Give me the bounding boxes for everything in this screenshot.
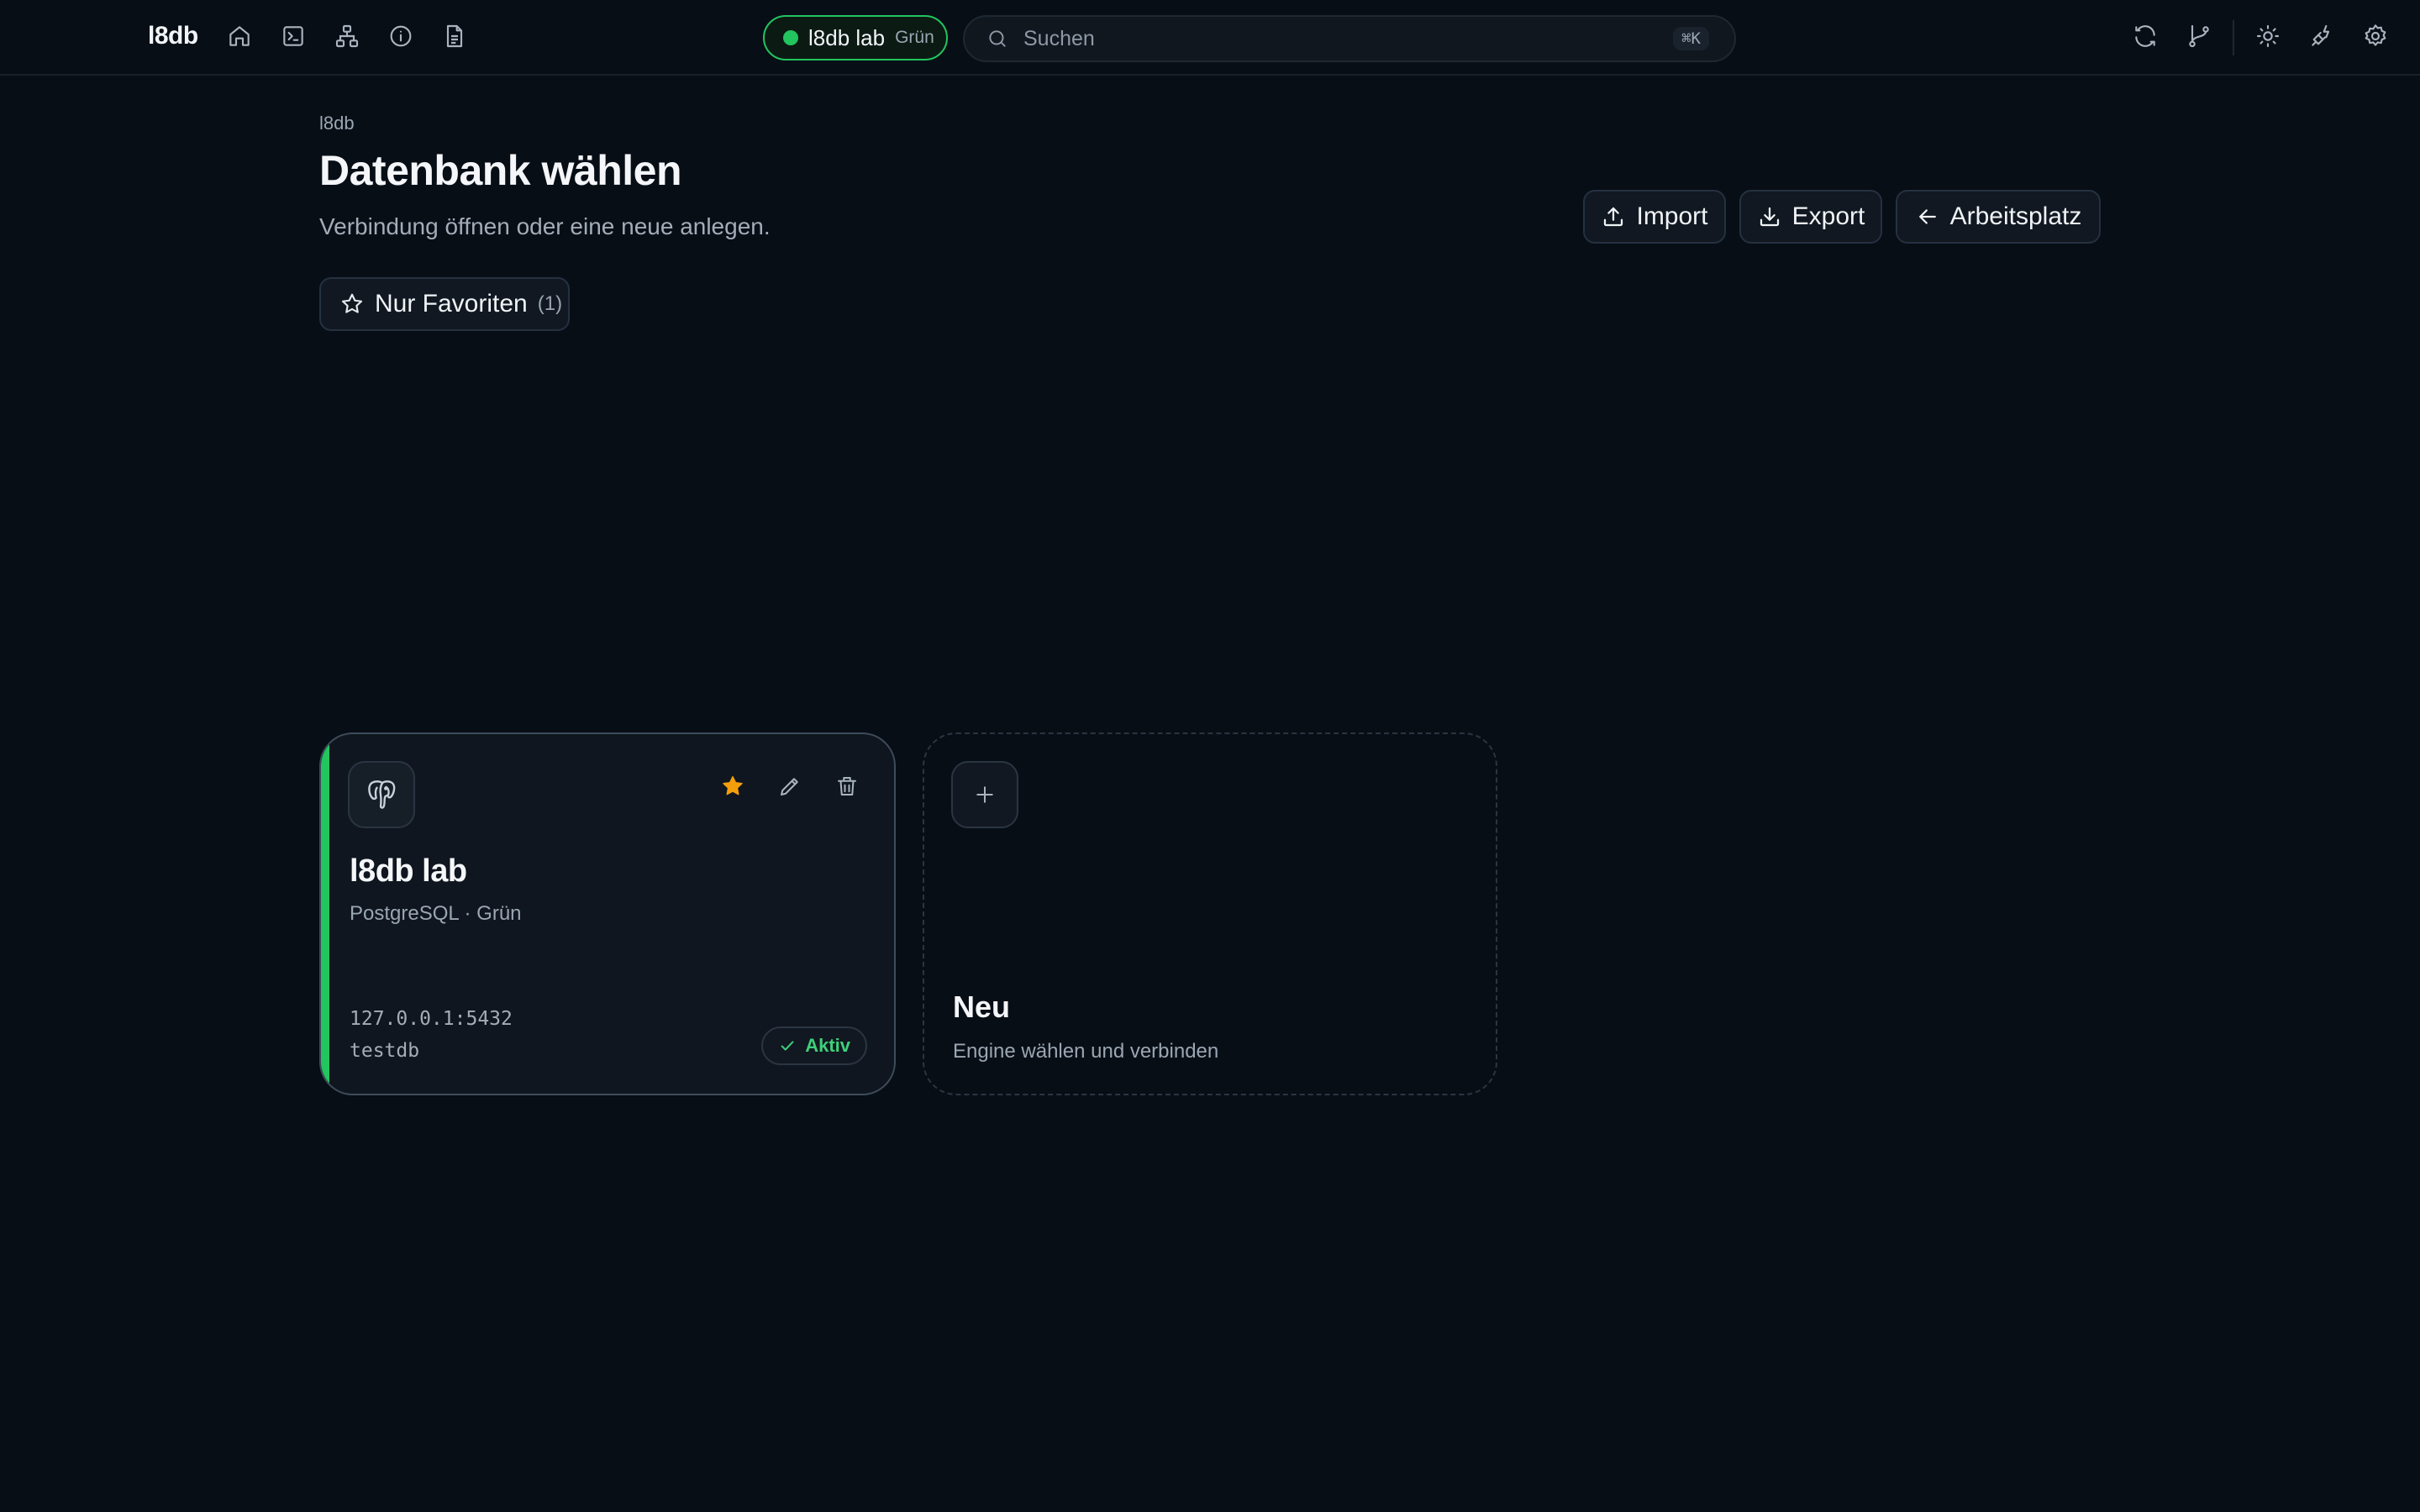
new-connection-card[interactable]: Neu Engine wählen und verbinden: [923, 732, 1497, 1095]
export-label: Export: [1791, 202, 1865, 230]
edit-pencil-icon[interactable]: [776, 773, 803, 800]
app-brand[interactable]: l8db: [148, 22, 198, 50]
connection-status-dot: [783, 30, 798, 45]
favorites-filter-toggle[interactable]: Nur Favoriten (1): [319, 277, 570, 331]
card-actions: [719, 773, 860, 800]
settings-gear-icon[interactable]: [2360, 21, 2391, 51]
import-button[interactable]: Import: [1583, 190, 1726, 244]
postgresql-icon: [348, 761, 415, 828]
toolbar-divider: [2233, 20, 2234, 55]
git-branch-icon[interactable]: [2184, 21, 2214, 51]
favorites-filter-count: (1): [537, 292, 563, 315]
search-bar[interactable]: ⌘K: [963, 15, 1736, 62]
status-label: Aktiv: [805, 1035, 850, 1056]
search-shortcut-badge: ⌘K: [1673, 27, 1709, 50]
connection-engine-env: PostgreSQL · Grün: [350, 902, 522, 925]
card-accent-bar: [321, 734, 329, 1094]
export-button[interactable]: Export: [1739, 190, 1882, 244]
document-icon[interactable]: [439, 21, 470, 51]
connection-database: testdb: [350, 1040, 420, 1062]
schema-icon[interactable]: [332, 21, 362, 51]
new-card-title: Neu: [953, 990, 1011, 1024]
delete-trash-icon[interactable]: [834, 773, 860, 800]
arrow-left-icon: [1915, 204, 1940, 229]
page-subtitle: Verbindung öffnen oder eine neue anlegen…: [319, 213, 771, 239]
star-outline-icon: [339, 291, 365, 317]
upload-icon: [1601, 204, 1626, 229]
search-icon: [986, 28, 1008, 50]
terminal-icon[interactable]: [278, 21, 308, 51]
connection-environment: Grün: [895, 28, 934, 47]
plus-icon: [951, 761, 1018, 828]
top-bar: l8db l8db lab Grün ⌘K: [0, 0, 2420, 76]
favorite-star-icon[interactable]: [719, 773, 746, 800]
refresh-icon[interactable]: [2130, 21, 2160, 51]
info-icon[interactable]: [386, 21, 416, 51]
search-input[interactable]: [1022, 25, 1664, 52]
connection-card[interactable]: l8db lab PostgreSQL · Grün 127.0.0.1:543…: [319, 732, 896, 1095]
import-label: Import: [1636, 202, 1708, 230]
connection-name: l8db lab: [808, 24, 886, 50]
download-icon: [1757, 204, 1782, 229]
breadcrumb[interactable]: l8db: [319, 113, 355, 134]
new-card-subtitle: Engine wählen und verbinden: [953, 1040, 1219, 1063]
home-icon[interactable]: [224, 21, 255, 51]
workspace-label: Arbeitsplatz: [1949, 202, 2082, 230]
connection-host: 127.0.0.1:5432: [350, 1008, 513, 1030]
page-title: Datenbank wählen: [319, 147, 682, 194]
favorites-filter-label: Nur Favoriten: [375, 290, 528, 318]
plug-icon[interactable]: [2307, 21, 2337, 51]
active-connection-pill[interactable]: l8db lab Grün: [763, 15, 948, 60]
status-badge: Aktiv: [761, 1026, 867, 1065]
workspace-back-button[interactable]: Arbeitsplatz: [1896, 190, 2101, 244]
check-icon: [778, 1037, 797, 1055]
connection-title: l8db lab: [350, 853, 467, 889]
theme-sun-icon[interactable]: [2253, 21, 2283, 51]
